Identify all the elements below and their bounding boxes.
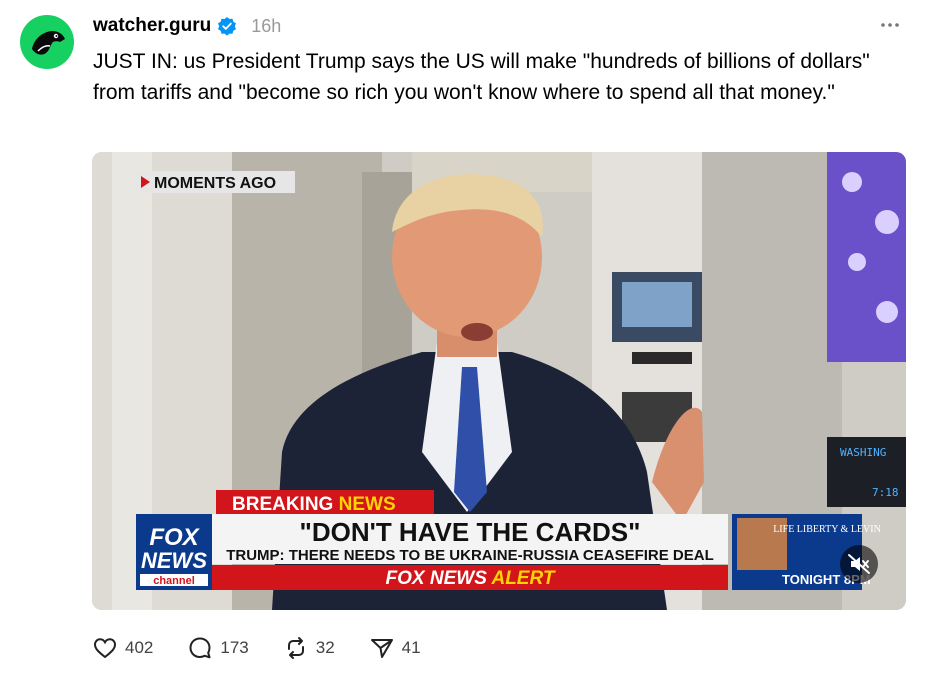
verified-badge-icon <box>217 16 237 36</box>
repost-icon <box>287 637 304 659</box>
comment-icon <box>189 637 211 659</box>
avatar[interactable] <box>20 15 74 69</box>
repost-button[interactable]: 32 <box>283 635 335 661</box>
send-icon <box>370 639 393 658</box>
headline: "DON'T HAVE THE CARDS" <box>300 517 641 547</box>
moments-ago-tag: MOMENTS AGO <box>154 175 276 192</box>
repost-count: 32 <box>315 638 335 657</box>
share-count: 41 <box>401 638 421 657</box>
speaker-muted-icon <box>848 554 870 574</box>
post-caption: JUST IN: us President Trump says the US … <box>93 50 870 104</box>
fox-news-alert: FOX NEWS ALERT <box>386 568 556 589</box>
screen-text: WASHING <box>840 446 886 459</box>
subheadline: TRUMP: THERE NEEDS TO BE UKRAINE-RUSSIA … <box>226 547 714 564</box>
mute-toggle-button[interactable] <box>840 545 878 583</box>
video-frame: WASHING 7:18 MOMENTS AGO BREAKING NEWS F… <box>92 152 906 610</box>
username[interactable]: watcher.guru <box>93 15 211 37</box>
share-button[interactable]: 41 <box>369 635 421 661</box>
like-button[interactable]: 402 <box>92 635 153 661</box>
screen-time: 7:18 <box>872 486 899 499</box>
like-count: 402 <box>125 638 154 657</box>
heart-icon <box>93 638 117 659</box>
fox-logo-line3: channel <box>153 575 195 587</box>
fox-logo-line1: FOX <box>149 524 200 551</box>
bird-logo-icon <box>32 31 65 55</box>
post-header: watcher.guru 16h <box>93 11 281 41</box>
post-time[interactable]: 16h <box>251 16 281 37</box>
promo-title: LIFE LIBERTY & LEVIN <box>773 524 881 535</box>
fox-logo-line2: NEWS <box>141 548 207 573</box>
reply-count: 173 <box>220 638 249 657</box>
more-options-icon[interactable] <box>879 14 901 36</box>
post-actions: 402 173 32 41 <box>92 632 455 664</box>
video-player[interactable]: WASHING 7:18 MOMENTS AGO BREAKING NEWS F… <box>92 152 906 610</box>
reply-button[interactable]: 173 <box>187 635 249 661</box>
breaking-label: BREAKING NEWS <box>232 494 396 515</box>
